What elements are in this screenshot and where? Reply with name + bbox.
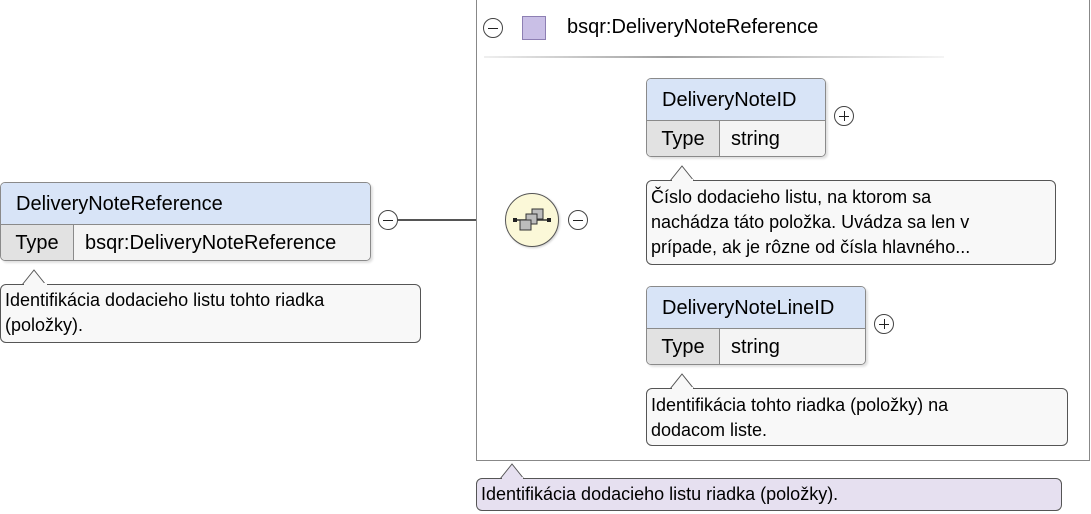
complex-type-title: bsqr:DeliveryNoteReference	[567, 16, 819, 38]
root-element-name: DeliveryNoteReference	[1, 183, 370, 225]
root-element-box[interactable]: DeliveryNoteReference Type bsqr:Delivery…	[0, 182, 371, 261]
root-type-label: Type	[1, 225, 74, 260]
group-annotation: Identifikácia dodacieho listu riadka (po…	[476, 478, 1062, 511]
child-type-value: string	[720, 329, 865, 364]
child-type-label: Type	[647, 329, 720, 364]
child-annotation-deliverynoteid: Číslo dodacieho listu, na ktorom sa nach…	[646, 180, 1056, 265]
child-expand-plus-icon[interactable]	[874, 314, 894, 334]
root-element-type-row: Type bsqr:DeliveryNoteReference	[1, 225, 370, 260]
child-element-name: DeliveryNoteID	[647, 79, 825, 121]
child-element-box-deliverynotelineid[interactable]: DeliveryNoteLineID Type string	[646, 286, 866, 365]
child-element-type-row: Type string	[647, 121, 825, 156]
root-type-value: bsqr:DeliveryNoteReference	[74, 225, 370, 260]
child-element-box-deliverynoteid[interactable]: DeliveryNoteID Type string	[646, 78, 826, 157]
complex-type-icon	[522, 16, 546, 40]
sequence-compositor-icon[interactable]	[505, 193, 559, 247]
root-annotation: Identifikácia dodacieho listu tohto riad…	[0, 284, 421, 343]
group-divider	[484, 56, 944, 58]
child-element-type-row: Type string	[647, 329, 865, 364]
group-collapse-minus-icon[interactable]	[483, 18, 503, 38]
child-type-value: string	[720, 121, 825, 156]
child-expand-plus-icon[interactable]	[834, 106, 854, 126]
child-annotation-deliverynotelineid: Identifikácia tohto riadka (položky) na …	[646, 388, 1068, 446]
child-type-label: Type	[647, 121, 720, 156]
sequence-collapse-minus-icon[interactable]	[568, 210, 588, 230]
root-collapse-minus-icon[interactable]	[378, 210, 398, 230]
child-element-name: DeliveryNoteLineID	[647, 287, 865, 329]
